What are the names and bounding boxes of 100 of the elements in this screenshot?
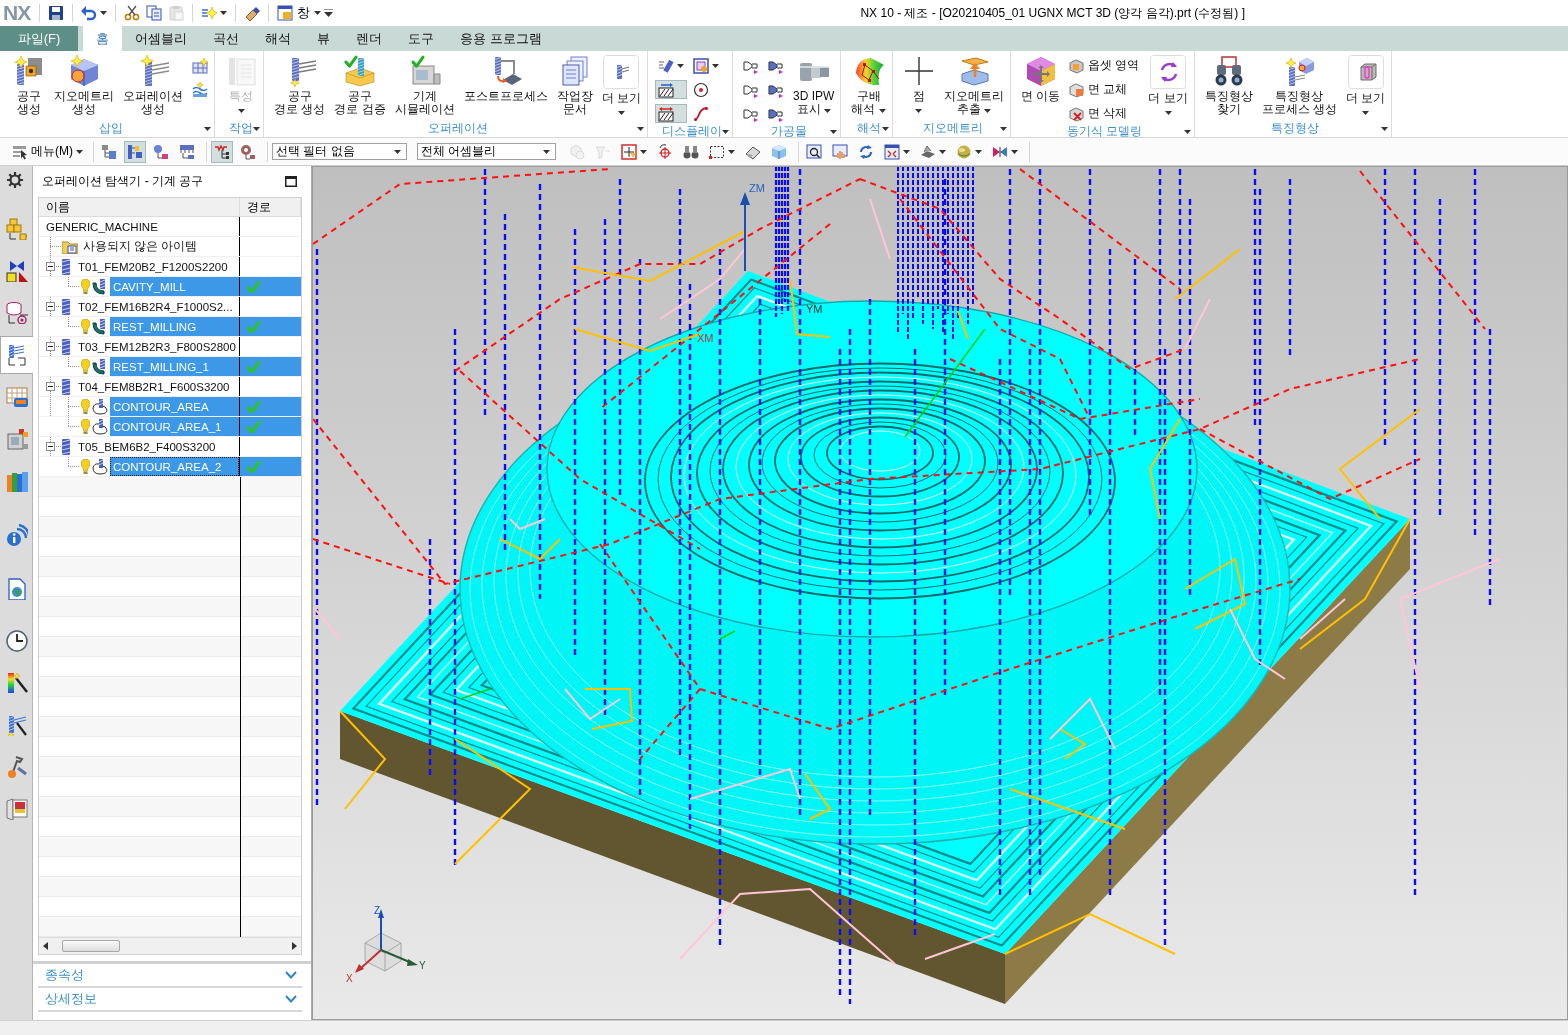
database-icon (5, 302, 28, 324)
ribbon-button[interactable]: 더 보기 (1145, 55, 1191, 118)
filter-dropdown[interactable]: 전체 어셈블리 (417, 143, 556, 160)
caret-icon (915, 109, 923, 113)
collapse-icon[interactable] (46, 262, 55, 271)
caret-icon[interactable] (999, 126, 1007, 131)
undo-icon (81, 5, 98, 21)
column-header[interactable]: 경로 (240, 198, 301, 216)
bowtie-shapes-icon (5, 260, 28, 282)
ribbon-tab[interactable]: 어셈블리 (122, 26, 200, 51)
caret-icon (76, 149, 83, 154)
chevron-down-icon[interactable] (285, 971, 297, 979)
tree-item[interactable]: T05_BEM6B2_F400S3200 (75, 437, 239, 456)
tree-item[interactable]: T03_FEM12B2R3_F800S2800 (75, 337, 239, 356)
ribbon-button[interactable]: 작업장 문서 (553, 55, 596, 116)
toolbar-button[interactable] (655, 104, 688, 123)
lightbulb-icon (81, 279, 90, 294)
ribbon-button[interactable]: 면 이동 (1017, 55, 1064, 103)
ring-tree-icon (240, 143, 256, 160)
ribbon-tab[interactable]: 홈 (83, 26, 122, 51)
ribbon-tab[interactable]: 곡선 (200, 26, 252, 51)
pointer-menu-icon (12, 143, 28, 160)
caret-icon[interactable] (253, 126, 260, 131)
lightbulb-icon (81, 399, 90, 414)
tree-item[interactable]: T02_FEM16B2R4_F1000S2... (75, 297, 239, 316)
chevron-down-icon[interactable] (285, 995, 297, 1003)
tree-item[interactable]: T04_FEM8B2R1_F600S3200 (75, 377, 239, 396)
ribbon-button[interactable]: 면 삭제 (1066, 104, 1143, 123)
collapse-icon[interactable] (46, 342, 55, 351)
end-mill-icon (62, 338, 70, 355)
graphics-window[interactable]: ZM XM YM Z Y X (312, 166, 1568, 1020)
lightbulb-icon (81, 319, 90, 334)
filter-dropdown[interactable]: 선택 필터 없음 (272, 143, 407, 160)
group-label: 삽입 (98, 120, 123, 137)
ribbon-button[interactable]: 면 교체 (1066, 80, 1143, 99)
caret-icon (983, 109, 991, 113)
ribbon-button[interactable]: 공구 경로 생성 (271, 55, 329, 116)
ribbon-button[interactable]: 특징형상 프로세스 생성 (1258, 55, 1341, 116)
caret-icon[interactable] (830, 129, 838, 134)
scroll-right-icon[interactable] (292, 942, 297, 950)
ribbon-button[interactable]: 특징형상 찾기 (1201, 55, 1256, 116)
ribbon-button[interactable]: 더 보기 (598, 55, 645, 118)
caret-icon[interactable] (1183, 129, 1191, 134)
collapse-icon[interactable] (46, 302, 55, 311)
section-header[interactable]: 상세정보 (45, 990, 97, 1008)
ribbon-button[interactable]: 점 (899, 55, 938, 116)
horizontal-scrollbar[interactable] (39, 937, 301, 954)
menu-button[interactable]: 메뉴(M) (10, 143, 85, 160)
paste-icon (168, 5, 185, 21)
maximize-icon[interactable] (285, 176, 297, 187)
copy-icon (146, 5, 163, 21)
tree-item[interactable]: GENERIC_MACHINE (43, 217, 239, 236)
ribbon-button[interactable]: 기계 시뮬레이션 (391, 55, 458, 116)
column-header[interactable]: 이름 (39, 198, 240, 216)
ribbon-tab[interactable]: 렌더 (343, 26, 395, 51)
window-menu-button[interactable]: 창 (274, 2, 325, 24)
lightbulb-icon (81, 419, 90, 434)
ribbon-button[interactable]: 공구 생성 (10, 55, 48, 116)
ribbon-tab[interactable]: 응용 프로그램 (447, 26, 555, 51)
caret-icon[interactable] (637, 126, 645, 131)
contour-tool-icon (92, 458, 108, 475)
caret-icon[interactable] (722, 129, 730, 134)
collapse-icon[interactable] (46, 382, 55, 391)
ribbon-button[interactable]: 포스트프로세스 (460, 55, 551, 103)
tree-item[interactable]: 사용되지 않은 아이템 (80, 237, 239, 256)
ribbon-button[interactable]: 더 보기 (1343, 55, 1389, 118)
caret-icon[interactable] (881, 126, 889, 131)
target-icon (693, 81, 710, 98)
caret-icon[interactable] (1381, 126, 1389, 131)
ribbon-button[interactable]: 옵셋 영역 (1066, 56, 1143, 75)
ribbon-button[interactable]: 3D IPW 표시 (790, 55, 838, 116)
circular-arrows-icon (1150, 55, 1187, 89)
settings-icon[interactable] (7, 172, 23, 188)
ribbon-tab[interactable]: 도구 (395, 26, 447, 51)
cubes-icon (5, 218, 28, 240)
ribbon-tab[interactable]: 뷰 (304, 26, 343, 51)
toolbar-button[interactable] (655, 80, 688, 99)
ribbon-button[interactable]: 지오메트리 생성 (51, 55, 117, 116)
caret-icon[interactable] (204, 126, 211, 131)
ribbon-button[interactable]: 지오메트리 추출 (940, 55, 1007, 116)
books-icon (5, 470, 28, 492)
file-menu-button[interactable]: 파일(F) (0, 26, 78, 51)
ribbon-button[interactable]: 오퍼레이션 생성 (120, 55, 186, 116)
ribbon-tab[interactable]: 해석 (252, 26, 304, 51)
group-label: 해석 (856, 120, 881, 137)
tree-icon (179, 143, 195, 160)
caret-icon (975, 149, 982, 154)
ribbon-button[interactable]: 공구 경로 검증 (331, 55, 389, 116)
customize-caret-icon[interactable] (324, 9, 334, 17)
caret-icon (314, 11, 322, 15)
shaded-plane-icon (920, 143, 936, 160)
collapse-icon[interactable] (46, 442, 55, 451)
checked-block-icon (344, 55, 376, 87)
scrollbar-thumb[interactable] (62, 940, 120, 952)
toolbar-button[interactable] (211, 140, 233, 163)
ribbon-button[interactable]: 구배 해석 (848, 55, 889, 116)
tree-item[interactable]: T01_FEM20B2_F1200S2200 (75, 257, 239, 276)
scroll-left-icon[interactable] (43, 942, 48, 950)
globe-document-icon (5, 578, 28, 600)
section-header[interactable]: 종속성 (45, 966, 84, 984)
